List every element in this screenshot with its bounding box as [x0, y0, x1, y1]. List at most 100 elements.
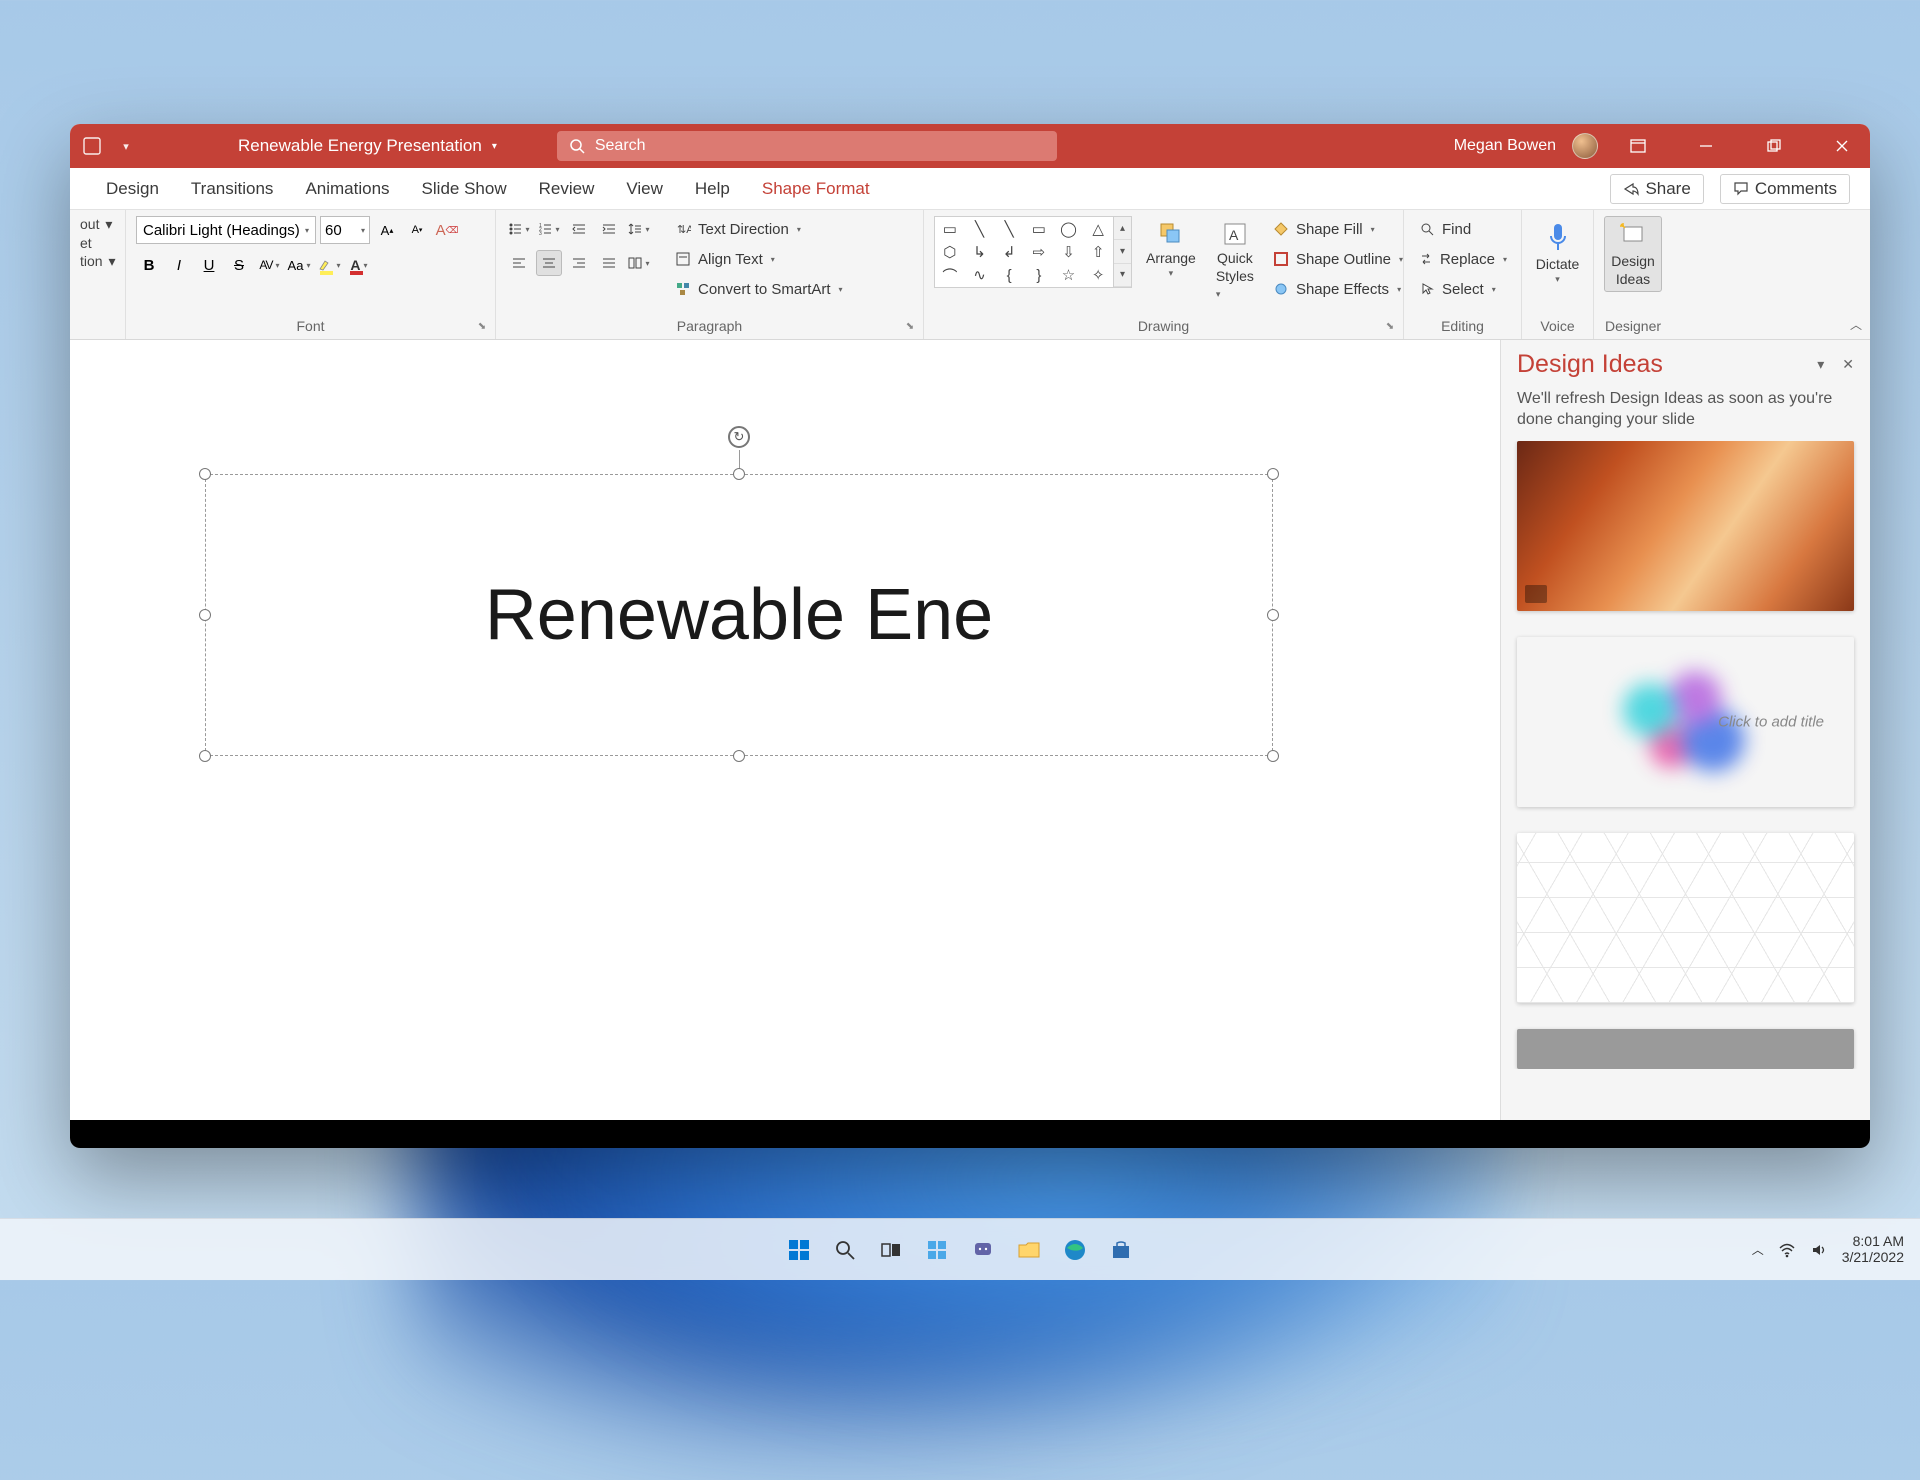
design-idea-3[interactable] [1517, 833, 1854, 1003]
rotate-handle[interactable] [728, 426, 750, 448]
document-title-text: Renewable Energy Presentation [238, 136, 482, 156]
reset-button[interactable]: et [80, 235, 115, 251]
italic-button[interactable]: I [166, 252, 192, 278]
arrange-button[interactable]: Arrange▾ [1140, 216, 1202, 283]
numbering-button[interactable]: 123 [536, 216, 562, 242]
tab-view[interactable]: View [610, 168, 679, 209]
title-textbox[interactable]: Renewable Ene [205, 474, 1273, 756]
highlight-button[interactable] [316, 252, 342, 278]
drawing-dialog-launcher[interactable]: ⬊ [1383, 321, 1397, 335]
tab-design[interactable]: Design [90, 168, 175, 209]
align-right-button[interactable] [566, 250, 592, 276]
shapes-gallery-scroll[interactable]: ▴▾▾ [1114, 216, 1132, 288]
tab-shape-format[interactable]: Shape Format [746, 168, 886, 209]
section-button[interactable]: tion ▾ [80, 253, 115, 270]
replace-button[interactable]: Replace▾ [1414, 246, 1511, 272]
taskbar-edge[interactable] [1057, 1232, 1093, 1268]
taskbar-chat[interactable] [965, 1232, 1001, 1268]
close-button[interactable] [1814, 124, 1870, 168]
minimize-button[interactable] [1678, 124, 1734, 168]
taskbar-search[interactable] [827, 1232, 863, 1268]
decrease-indent-button[interactable] [566, 216, 592, 242]
search-input[interactable]: Search [557, 131, 1057, 161]
taskbar-clock[interactable]: 8:01 AM 3/21/2022 [1842, 1234, 1904, 1265]
resize-handle-br[interactable] [1267, 750, 1279, 762]
bold-button[interactable]: B [136, 252, 162, 278]
increase-font-button[interactable]: A▴ [374, 217, 400, 243]
shape-outline-button[interactable]: Shape Outline▾ [1268, 246, 1407, 272]
align-text-button[interactable]: Align Text▾ [670, 246, 847, 272]
design-ideas-button[interactable]: Design Ideas [1604, 216, 1662, 292]
char-spacing-button[interactable]: AV [256, 252, 282, 278]
taskbar-store[interactable] [1103, 1232, 1139, 1268]
design-idea-2[interactable]: Click to add title [1517, 637, 1854, 807]
tab-transitions[interactable]: Transitions [175, 168, 290, 209]
shape-effects-button[interactable]: Shape Effects▾ [1268, 276, 1407, 302]
comments-button[interactable]: Comments [1720, 174, 1850, 204]
resize-handle-bm[interactable] [733, 750, 745, 762]
find-button[interactable]: Find [1414, 216, 1511, 242]
increase-indent-button[interactable] [596, 216, 622, 242]
qat-customize[interactable]: ▾ [114, 134, 138, 158]
user-name[interactable]: Megan Bowen [1454, 137, 1556, 155]
ribbon-display-button[interactable] [1610, 124, 1666, 168]
clear-formatting-button[interactable]: A⌫ [434, 217, 460, 243]
title-text[interactable]: Renewable Ene [205, 574, 1273, 656]
pane-close-button[interactable]: ✕ [1842, 356, 1854, 373]
tab-review[interactable]: Review [523, 168, 611, 209]
workspace: Renewable Ene Design Ideas ▾ ✕ We'll ref… [70, 340, 1870, 1120]
tab-slide-show[interactable]: Slide Show [406, 168, 523, 209]
font-dialog-launcher[interactable]: ⬊ [475, 321, 489, 335]
shapes-gallery[interactable]: ▭╲╲▭◯△ ⬡↳↲⇨⇩⇧ ⌒∿{}☆✧ [934, 216, 1114, 288]
wifi-icon[interactable] [1778, 1241, 1796, 1259]
underline-button[interactable]: U [196, 252, 222, 278]
font-color-button[interactable]: A [346, 252, 372, 278]
font-name-select[interactable]: Calibri Light (Headings)▾ [136, 216, 316, 244]
select-button[interactable]: Select▾ [1414, 276, 1511, 302]
decrease-font-button[interactable]: A▾ [404, 217, 430, 243]
resize-handle-tl[interactable] [199, 468, 211, 480]
widgets-button[interactable] [919, 1232, 955, 1268]
resize-handle-tm[interactable] [733, 468, 745, 480]
convert-smartart-button[interactable]: Convert to SmartArt▾ [670, 276, 847, 302]
columns-button[interactable] [626, 250, 652, 276]
quick-styles-button[interactable]: A Quick Styles ▾ [1210, 216, 1260, 304]
align-left-button[interactable] [506, 250, 532, 276]
design-idea-1[interactable] [1517, 441, 1854, 611]
collapse-ribbon-button[interactable]: ︿ [1850, 316, 1862, 333]
layout-button[interactable]: out ▾ [80, 216, 115, 233]
bullets-button[interactable] [506, 216, 532, 242]
tab-help[interactable]: Help [679, 168, 746, 209]
shape-fill-button[interactable]: Shape Fill▾ [1268, 216, 1407, 242]
slide-canvas-area[interactable]: Renewable Ene [70, 340, 1500, 1120]
design-idea-4[interactable] [1517, 1029, 1854, 1069]
justify-button[interactable] [596, 250, 622, 276]
tab-animations[interactable]: Animations [289, 168, 405, 209]
line-spacing-button[interactable] [626, 216, 652, 242]
resize-handle-tr[interactable] [1267, 468, 1279, 480]
dictate-button[interactable]: Dictate▾ [1532, 216, 1583, 289]
paragraph-dialog-launcher[interactable]: ⬊ [903, 321, 917, 335]
share-button[interactable]: Share [1610, 174, 1703, 204]
resize-handle-bl[interactable] [199, 750, 211, 762]
search-placeholder: Search [595, 137, 646, 155]
document-title[interactable]: Renewable Energy Presentation ▾ [238, 136, 497, 156]
taskbar-explorer[interactable] [1011, 1232, 1047, 1268]
font-size-select[interactable]: 60▾ [320, 216, 370, 244]
maximize-button[interactable] [1746, 124, 1802, 168]
text-direction-button[interactable]: ⇅AText Direction▾ [670, 216, 847, 242]
change-case-button[interactable]: Aa [286, 252, 312, 278]
pane-options-button[interactable]: ▾ [1817, 356, 1824, 373]
task-view-button[interactable] [873, 1232, 909, 1268]
align-center-button[interactable] [536, 250, 562, 276]
volume-icon[interactable] [1810, 1241, 1828, 1259]
tray-chevron[interactable]: ︿ [1752, 1241, 1764, 1258]
ribbon: out ▾ et tion ▾ Calibri Light (Headings)… [70, 210, 1870, 340]
design-ideas-pane: Design Ideas ▾ ✕ We'll refresh Design Id… [1500, 340, 1870, 1120]
autosave-toggle[interactable] [80, 134, 104, 158]
start-button[interactable] [781, 1232, 817, 1268]
voice-group: Dictate▾ Voice [1522, 210, 1594, 339]
strikethrough-button[interactable]: S [226, 252, 252, 278]
avatar[interactable] [1572, 133, 1598, 159]
shape-effects-icon [1273, 281, 1289, 297]
